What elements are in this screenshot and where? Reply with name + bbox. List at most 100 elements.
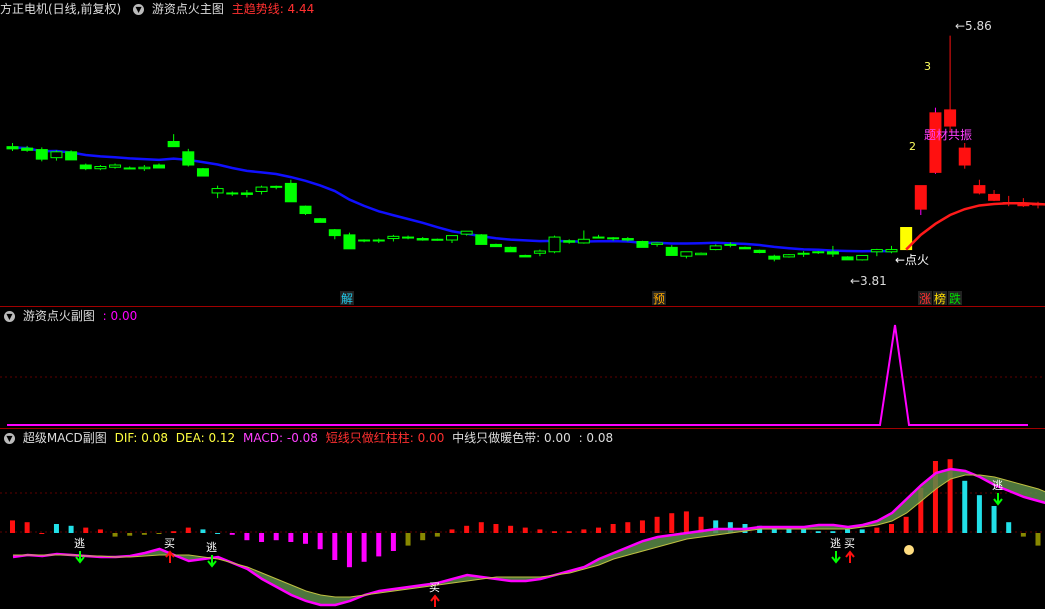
- macd-histogram-bar: [215, 533, 221, 534]
- macd-histogram-bar: [303, 533, 308, 544]
- macd-histogram-bar: [786, 529, 792, 533]
- candle-body: [21, 147, 34, 151]
- candle-body: [167, 141, 180, 148]
- macd-histogram-bar: [141, 533, 147, 535]
- macd-histogram-bar: [889, 524, 894, 533]
- candle-body: [1017, 204, 1030, 207]
- macd-histogram-bar: [185, 527, 191, 533]
- macd-histogram-bar: [171, 531, 177, 533]
- arrow-up-icon: [845, 550, 855, 563]
- candle-body: [914, 185, 927, 210]
- candle-body: [768, 255, 781, 260]
- macd-histogram-bar: [39, 533, 45, 534]
- macd-histogram-bar: [434, 533, 440, 537]
- arrow-down-icon: [831, 551, 841, 564]
- macd-histogram-bar: [200, 529, 206, 533]
- macd-histogram-bar: [10, 520, 15, 533]
- money-bag-icon: [904, 545, 914, 555]
- candle-body: [973, 185, 986, 194]
- macd-histogram-bar: [317, 533, 323, 550]
- sub-chart-ignite[interactable]: ▼ 游资点火副图 : 0.00: [0, 307, 1045, 428]
- candle-body: [739, 246, 751, 250]
- mark-3-label: 3: [924, 60, 931, 73]
- macd-histogram-bar: [478, 522, 484, 533]
- candle-body: [153, 164, 165, 169]
- escape-signal-label: 逃: [830, 537, 841, 550]
- macd-histogram-bar: [537, 529, 543, 533]
- candle-body: [460, 230, 473, 235]
- macd-histogram-bar: [288, 533, 294, 542]
- tag-label: 涨: [919, 291, 931, 306]
- candle-body: [182, 151, 195, 166]
- candle-body: [680, 251, 693, 257]
- candle-body: [621, 238, 634, 241]
- macd-histogram-bar: [801, 529, 807, 533]
- macd-histogram-bar: [156, 533, 162, 534]
- main-chart-panel[interactable]: 方正电机(日线,前复权) ▼ 游资点火主图 主趋势线: 4.44 ←5.86 ←3…: [0, 0, 1045, 306]
- candle-body: [328, 229, 341, 237]
- theme-label: 题材共振: [924, 128, 972, 142]
- candle-body: [826, 251, 839, 255]
- escape-signal-label: 逃: [74, 537, 85, 550]
- buy-signal-label: 买: [844, 537, 855, 550]
- macd-histogram-bar: [449, 529, 455, 533]
- candle-body: [592, 236, 605, 239]
- tag-label: 榜: [934, 291, 946, 306]
- candle-body: [123, 167, 136, 170]
- candle-body: [753, 249, 766, 254]
- candle-body: [504, 246, 517, 253]
- candle-body: [944, 109, 957, 127]
- mark-2-label: 2: [909, 140, 916, 153]
- macd-histogram-bar: [552, 531, 558, 533]
- candle-body: [709, 245, 722, 251]
- macd-histogram-bar: [53, 524, 59, 533]
- candle-body: [489, 243, 502, 248]
- macd-histogram-bar: [581, 529, 587, 533]
- macd-histogram-bar: [273, 533, 279, 541]
- high-price-label: ←5.86: [955, 19, 992, 33]
- macd-histogram-bar: [24, 522, 30, 533]
- candle-body: [343, 234, 356, 250]
- candlestick-chart: ←5.86 ←3.81 ←点火 2 3 题材共振解 预 涨榜跌: [6, 19, 1045, 306]
- candle-body: [299, 205, 312, 215]
- candle-body: [138, 166, 151, 170]
- candle-body: [79, 164, 92, 170]
- macd-histogram-bar: [566, 531, 572, 533]
- macd-histogram-bar: [508, 525, 514, 533]
- macd-histogram-bar: [683, 511, 689, 533]
- escape-signal-label: 逃: [992, 479, 1003, 492]
- macd-histogram-bar: [830, 531, 836, 533]
- macd-histogram-bar: [991, 506, 997, 533]
- macd-histogram-bar: [259, 533, 265, 542]
- macd-histogram-bar: [390, 533, 396, 551]
- candle-body: [270, 185, 283, 188]
- macd-histogram-bar: [625, 522, 631, 533]
- sub-chart-macd[interactable]: ▼ 超级MACD副图 DIF: 0.08 DEA: 0.12 MACD: -0.…: [0, 429, 1045, 609]
- candle-body: [196, 168, 209, 177]
- candle-body: [841, 256, 854, 261]
- macd-histogram-bar: [610, 524, 616, 533]
- macd-histogram-bar: [83, 527, 89, 533]
- candle-body: [50, 151, 63, 159]
- candle-body: [358, 239, 371, 242]
- macd-histogram-bar: [1006, 522, 1012, 533]
- macd-histogram-bar: [68, 525, 74, 533]
- macd-histogram-bar: [346, 533, 352, 568]
- candle-body: [607, 237, 620, 240]
- candle-body: [226, 192, 239, 195]
- macd-histogram-bar: [845, 529, 851, 533]
- candle-body: [870, 249, 883, 253]
- candle-body: [665, 246, 678, 256]
- candle-body: [885, 249, 898, 253]
- macd-histogram-bar: [127, 533, 133, 536]
- candle-body: [724, 243, 737, 246]
- macd-histogram-bar: [244, 533, 250, 541]
- candle-body: [563, 240, 576, 243]
- macd-histogram-bar: [405, 533, 411, 546]
- macd-histogram-bar: [976, 495, 982, 533]
- candle-body: [431, 238, 444, 241]
- macd-histogram-bar: [229, 533, 235, 535]
- arrow-down-icon: [993, 493, 1003, 506]
- arrow-up-icon: [430, 594, 440, 607]
- macd-histogram-bar: [420, 533, 426, 541]
